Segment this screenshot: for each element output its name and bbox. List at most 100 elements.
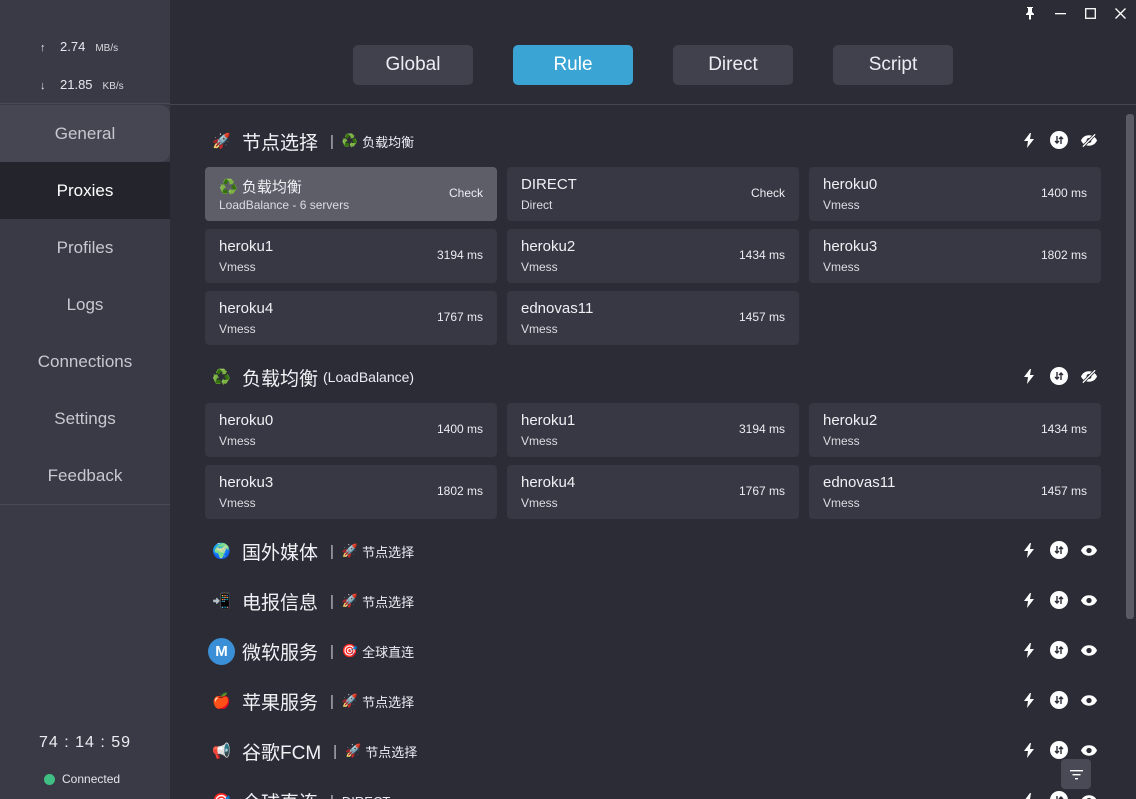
- group-actions: [1020, 541, 1098, 559]
- proxy-card[interactable]: heroku2 Vmess 1434 ms: [809, 403, 1101, 457]
- proxy-latency: 3194 ms: [738, 422, 785, 436]
- group-separator: |: [330, 132, 334, 150]
- proxy-type: Vmess: [521, 434, 558, 448]
- current-proxy-icon: 🚀: [341, 593, 359, 608]
- proxy-card[interactable]: ednovas11 Vmess 1457 ms: [809, 465, 1101, 519]
- switch-sort-icon[interactable]: [1050, 367, 1068, 385]
- mode-rule-button[interactable]: Rule: [513, 45, 633, 85]
- proxy-card[interactable]: heroku4 Vmess 1767 ms: [507, 465, 799, 519]
- maximize-icon[interactable]: [1079, 3, 1101, 23]
- proxy-card[interactable]: heroku1 Vmess 3194 ms: [507, 403, 799, 457]
- current-proxy-icon: ♻️: [341, 133, 359, 148]
- lightning-icon[interactable]: [1020, 367, 1038, 385]
- proxy-type: Vmess: [219, 260, 256, 274]
- minimize-icon[interactable]: [1049, 3, 1071, 23]
- group-separator: |: [330, 592, 334, 610]
- eye-icon[interactable]: [1080, 591, 1098, 609]
- group-header[interactable]: ♻️ 负载均衡 (LoadBalance): [208, 360, 1098, 394]
- group-title: 微软服务: [242, 642, 319, 664]
- filter-button[interactable]: [1061, 759, 1091, 789]
- proxy-card[interactable]: heroku1 Vmess 3194 ms: [205, 229, 497, 283]
- eye-icon[interactable]: [1080, 641, 1098, 659]
- proxy-card[interactable]: heroku0 Vmess 1400 ms: [809, 167, 1101, 221]
- lightning-icon[interactable]: [1020, 691, 1038, 709]
- uptime-clock: 74 : 14 : 59: [38, 734, 132, 751]
- check-latency-button[interactable]: Check: [751, 186, 785, 200]
- eye-icon[interactable]: [1080, 791, 1098, 799]
- switch-sort-icon[interactable]: [1050, 541, 1068, 559]
- proxy-card[interactable]: ednovas11 Vmess 1457 ms: [507, 291, 799, 345]
- close-icon[interactable]: [1109, 3, 1131, 23]
- proxy-name: heroku0: [219, 412, 274, 429]
- proxy-card[interactable]: heroku4 Vmess 1767 ms: [205, 291, 497, 345]
- group-header[interactable]: 🍎 苹果服务 | 🚀 节点选择: [208, 684, 1098, 718]
- rocket-icon: 🚀: [212, 133, 231, 150]
- eye-off-icon[interactable]: [1080, 367, 1098, 385]
- mode-global-button[interactable]: Global: [353, 45, 473, 85]
- lightning-icon[interactable]: [1020, 641, 1038, 659]
- eye-icon[interactable]: [1080, 691, 1098, 709]
- proxy-card[interactable]: heroku3 Vmess 1802 ms: [809, 229, 1101, 283]
- status-text: Connected: [62, 772, 121, 786]
- filter-icon: [1069, 769, 1083, 779]
- proxy-card[interactable]: heroku3 Vmess 1802 ms: [205, 465, 497, 519]
- sidebar-item-general[interactable]: General: [0, 105, 170, 162]
- download-speed: ↓ 21.85 KB/s: [40, 77, 124, 92]
- switch-sort-icon[interactable]: [1050, 791, 1068, 799]
- proxy-name: ♻️ 负载均衡: [219, 179, 302, 196]
- switch-sort-icon[interactable]: [1050, 131, 1068, 149]
- sidebar-item-profiles[interactable]: Profiles: [0, 219, 170, 276]
- proxy-type: Vmess: [521, 322, 558, 336]
- group-separator: |: [330, 542, 334, 560]
- proxy-card[interactable]: DIRECT Direct Check: [507, 167, 799, 221]
- proxy-card[interactable]: ♻️ 负载均衡 LoadBalance - 6 servers Check: [205, 167, 497, 221]
- proxy-name: heroku1: [521, 412, 576, 429]
- mode-direct-button[interactable]: Direct: [673, 45, 793, 85]
- proxy-name: heroku2: [823, 412, 878, 429]
- eye-icon[interactable]: [1080, 541, 1098, 559]
- pin-icon[interactable]: [1019, 3, 1041, 23]
- group-header[interactable]: 🎯 全球直连 | DIRECT: [208, 784, 1098, 799]
- switch-sort-icon[interactable]: [1050, 641, 1068, 659]
- lightning-icon[interactable]: [1020, 791, 1038, 799]
- switch-sort-icon[interactable]: [1050, 691, 1068, 709]
- group-header[interactable]: 📲 电报信息 | 🚀 节点选择: [208, 584, 1098, 618]
- telegram-icon: 📲: [212, 593, 231, 610]
- group-header[interactable]: 🌍 国外媒体 | 🚀 节点选择: [208, 534, 1098, 568]
- scrollbar[interactable]: [1126, 114, 1134, 619]
- proxy-card[interactable]: heroku0 Vmess 1400 ms: [205, 403, 497, 457]
- lightning-icon[interactable]: [1020, 741, 1038, 759]
- proxy-type: Vmess: [521, 496, 558, 510]
- switch-sort-icon[interactable]: [1050, 591, 1068, 609]
- lightning-icon[interactable]: [1020, 591, 1038, 609]
- proxy-type: Vmess: [823, 434, 860, 448]
- eye-icon[interactable]: [1080, 741, 1098, 759]
- sidebar-item-settings[interactable]: Settings: [0, 390, 170, 447]
- sidebar-item-logs[interactable]: Logs: [0, 276, 170, 333]
- current-proxy: 节点选择: [365, 744, 418, 760]
- eye-off-icon[interactable]: [1080, 131, 1098, 149]
- group-actions: [1020, 741, 1098, 759]
- proxy-type: Vmess: [521, 260, 558, 274]
- switch-sort-icon[interactable]: [1050, 741, 1068, 759]
- megaphone-icon: 📢: [212, 743, 231, 760]
- proxy-name: heroku3: [219, 474, 274, 491]
- sidebar-item-connections[interactable]: Connections: [0, 333, 170, 390]
- proxy-latency: 1767 ms: [738, 484, 785, 498]
- proxy-latency: 1802 ms: [436, 484, 483, 498]
- group-header[interactable]: 🚀 节点选择 | ♻️ 负载均衡: [208, 124, 1098, 158]
- lightning-icon[interactable]: [1020, 541, 1038, 559]
- lightning-icon[interactable]: [1020, 131, 1038, 149]
- proxy-latency: 1400 ms: [436, 422, 483, 436]
- sidebar-item-feedback[interactable]: Feedback: [0, 447, 170, 504]
- sidebar-item-proxies[interactable]: Proxies: [0, 162, 170, 219]
- group-header[interactable]: 📢 谷歌FCM | 🚀 节点选择: [208, 734, 1098, 768]
- current-proxy-icon: 🚀: [341, 543, 359, 558]
- sidebar-divider: [0, 504, 170, 505]
- group-actions: [1020, 641, 1098, 659]
- proxy-card[interactable]: heroku2 Vmess 1434 ms: [507, 229, 799, 283]
- group-header[interactable]: M 微软服务 | 🎯 全球直连: [208, 634, 1098, 668]
- check-latency-button[interactable]: Check: [449, 186, 483, 200]
- proxy-latency: 1767 ms: [436, 310, 483, 324]
- mode-script-button[interactable]: Script: [833, 45, 953, 85]
